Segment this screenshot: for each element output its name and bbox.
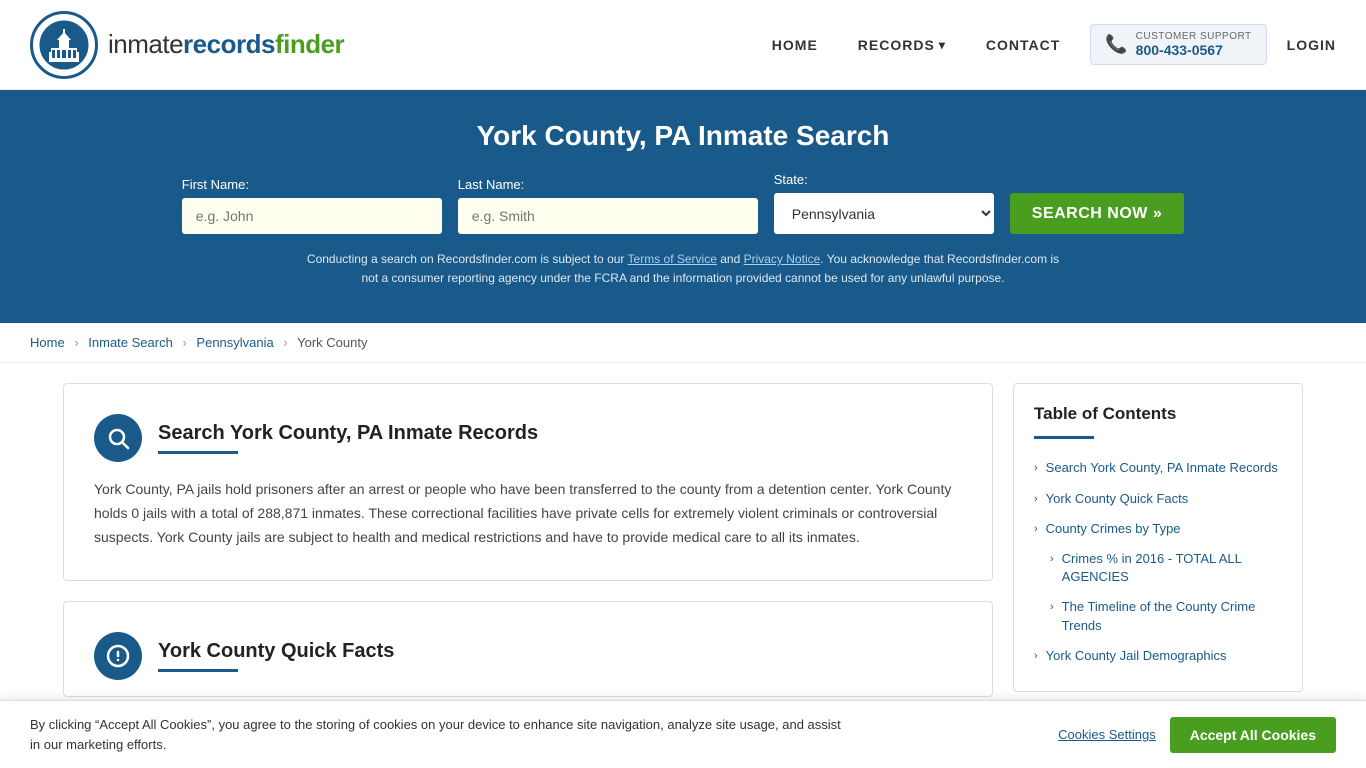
toc-chevron-icon: › [1034,522,1038,537]
hero-disclaimer: Conducting a search on Recordsfinder.com… [303,250,1063,288]
last-name-group: Last Name: [458,177,758,234]
section-title: Search York County, PA Inmate Records [158,422,538,445]
toc-item-label: Search York County, PA Inmate Records [1046,459,1278,477]
toc-item-label: The Timeline of the County Crime Trends [1062,598,1282,634]
first-name-label: First Name: [182,177,249,192]
support-number: 800-433-0567 [1136,42,1252,58]
state-label: State: [774,172,808,187]
cookie-banner: By clicking “Accept All Cookies”, you ag… [0,700,1366,768]
state-group: State: Pennsylvania Alabama Alaska Arizo… [774,172,994,234]
first-name-input[interactable] [182,198,442,234]
toc-item-label: County Crimes by Type [1046,520,1181,538]
breadcrumb-sep-3: › [283,335,287,350]
breadcrumb-state[interactable]: Pennsylvania [196,335,273,350]
logo-area: inmaterecordsfinder [30,11,344,79]
search-section-icon [94,414,142,462]
breadcrumb-inmate-search[interactable]: Inmate Search [88,335,173,350]
logo-text: inmaterecordsfinder [108,29,344,60]
toc-item[interactable]: › County Crimes by Type [1034,514,1282,544]
toc-chevron-icon: › [1034,461,1038,476]
search-button[interactable]: SEARCH NOW » [1010,193,1184,234]
toc-item[interactable]: › York County Jail Demographics [1034,641,1282,671]
logo-icon [30,11,98,79]
toc-item-label: York County Jail Demographics [1046,647,1227,665]
cookie-text: By clicking “Accept All Cookies”, you ag… [30,715,850,754]
section-body: York County, PA jails hold prisoners aft… [94,478,962,549]
main-layout: Search York County, PA Inmate Records Yo… [43,383,1323,716]
main-nav: HOME RECORDS CONTACT 📞 CUSTOMER SUPPORT … [762,24,1336,65]
content-area: Search York County, PA Inmate Records Yo… [63,383,993,716]
site-header: inmaterecordsfinder HOME RECORDS CONTACT… [0,0,1366,90]
section-title-underline [158,451,238,454]
toc-item[interactable]: › The Timeline of the County Crime Trends [1034,592,1282,640]
quick-facts-header: York County Quick Facts [94,632,962,680]
toc-list: › Search York County, PA Inmate Records › Y… [1034,453,1282,671]
cookie-actions: Cookies Settings Accept All Cookies [1058,717,1336,753]
toc-chevron-icon: › [1050,552,1054,567]
first-name-group: First Name: [182,177,442,234]
hero-section: York County, PA Inmate Search First Name… [0,90,1366,323]
last-name-input[interactable] [458,198,758,234]
cookies-settings-button[interactable]: Cookies Settings [1058,727,1156,742]
customer-support[interactable]: 📞 CUSTOMER SUPPORT 800-433-0567 [1090,24,1266,65]
nav-home[interactable]: HOME [762,32,828,58]
toc-chevron-icon: › [1034,649,1038,664]
quick-facts-icon [94,632,142,680]
support-label: CUSTOMER SUPPORT [1136,31,1252,42]
hero-title: York County, PA Inmate Search [40,120,1326,152]
toc-item[interactable]: › York County Quick Facts [1034,484,1282,514]
inmate-records-card: Search York County, PA Inmate Records Yo… [63,383,993,580]
privacy-link[interactable]: Privacy Notice [744,252,821,266]
nav-records[interactable]: RECORDS [848,32,956,58]
toc-item[interactable]: › Crimes % in 2016 - TOTAL ALL AGENCIES [1034,544,1282,592]
toc-item-label: York County Quick Facts [1046,490,1189,508]
toc-item[interactable]: › Search York County, PA Inmate Records [1034,453,1282,483]
nav-contact[interactable]: CONTACT [976,32,1070,58]
support-info: CUSTOMER SUPPORT 800-433-0567 [1136,31,1252,58]
quick-facts-title-wrap: York County Quick Facts [158,640,394,672]
toc-chevron-icon: › [1034,492,1038,507]
state-select[interactable]: Pennsylvania Alabama Alaska Arizona Arka… [774,193,994,234]
terms-link[interactable]: Terms of Service [628,252,717,266]
section-header: Search York County, PA Inmate Records [94,414,962,462]
toc-chevron-icon: › [1050,600,1054,615]
quick-facts-underline [158,669,238,672]
quick-facts-title: York County Quick Facts [158,640,394,663]
toc-title: Table of Contents [1034,404,1282,424]
search-form: First Name: Last Name: State: Pennsylvan… [40,172,1326,234]
toc-divider [1034,436,1094,439]
breadcrumb-sep-1: › [74,335,78,350]
accept-all-cookies-button[interactable]: Accept All Cookies [1170,717,1336,753]
breadcrumb-sep-2: › [182,335,186,350]
section-title-wrap: Search York County, PA Inmate Records [158,422,538,454]
sidebar: Table of Contents › Search York County, P… [1013,383,1303,716]
breadcrumb-home[interactable]: Home [30,335,65,350]
last-name-label: Last Name: [458,177,524,192]
nav-login[interactable]: LOGIN [1287,37,1336,53]
phone-icon: 📞 [1105,34,1127,55]
toc-item-label: Crimes % in 2016 - TOTAL ALL AGENCIES [1062,550,1282,586]
breadcrumb: Home › Inmate Search › Pennsylvania › Yo… [0,323,1366,363]
breadcrumb-county: York County [297,335,367,350]
toc-card: Table of Contents › Search York County, P… [1013,383,1303,692]
quick-facts-card: York County Quick Facts [63,601,993,697]
